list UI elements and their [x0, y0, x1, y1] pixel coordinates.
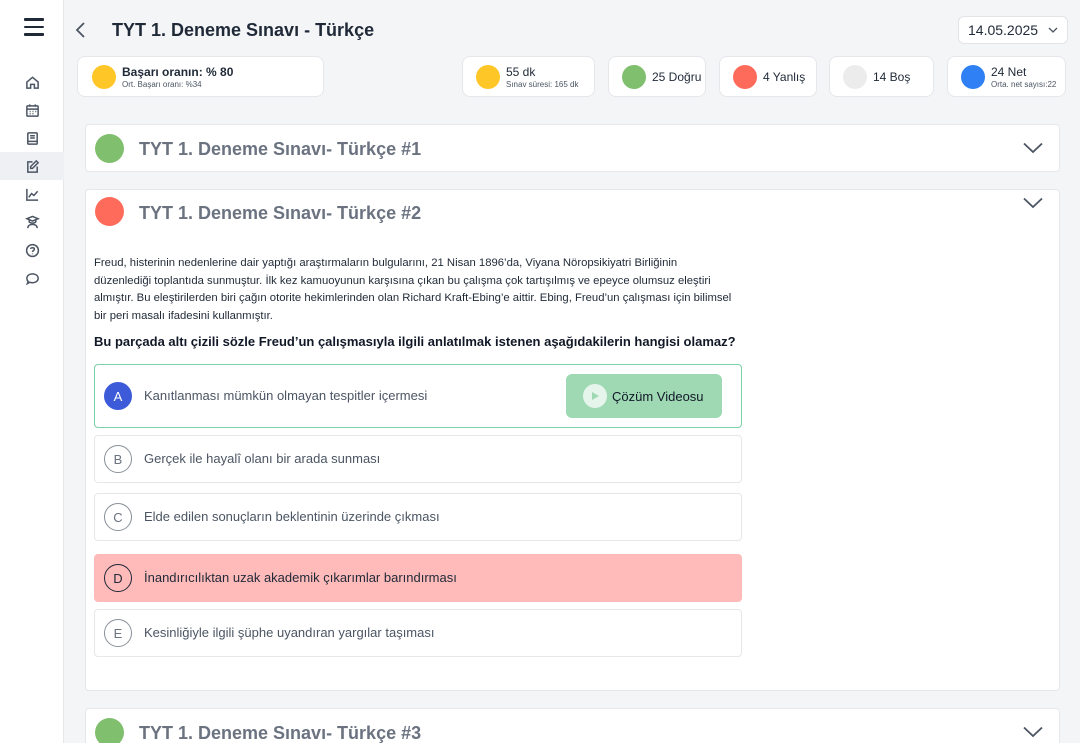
panel-title-3: TYT 1. Deneme Sınavı- Türkçe #3 [139, 723, 422, 743]
option-letter: A [104, 382, 132, 410]
net-dot [961, 64, 985, 89]
chevron-down-icon [1048, 27, 1058, 33]
status-dot-correct [95, 718, 124, 743]
option-e[interactable]: E Kesinliğiyle ilgili şüphe uyandıran ya… [94, 609, 742, 657]
sidebar-item-calendar[interactable] [0, 96, 64, 124]
sidebar [0, 0, 64, 743]
question-panel-2: TYT 1. Deneme Sınavı- Türkçe #2 Freud, h… [85, 189, 1060, 691]
menu-icon[interactable] [24, 18, 44, 36]
option-a[interactable]: A Kanıtlanması mümkün olmayan tespitler … [94, 364, 742, 428]
sidebar-nav [0, 68, 64, 292]
empty-dot [843, 64, 867, 89]
success-dot [92, 64, 116, 89]
correct-card: 25 Doğru [608, 56, 706, 97]
chart-icon [25, 188, 38, 201]
question-passage: Freud, histerinin nedenlerine dair yaptı… [94, 257, 732, 322]
average-success-rate: Ort. Başarı oranı: %34 [122, 79, 202, 89]
calendar-icon [25, 103, 39, 117]
option-text: Elde edilen sonuçların beklentinin üzeri… [144, 509, 440, 524]
option-letter: C [104, 503, 132, 531]
sidebar-item-home[interactable] [0, 68, 64, 96]
status-dot-correct [95, 134, 124, 163]
solution-video-label: Çözüm Videosu [612, 388, 704, 404]
question-stem: Bu parçada altı çizili sözle Freud’un ça… [94, 334, 736, 349]
chat-icon [25, 272, 39, 285]
option-c[interactable]: C Elde edilen sonuçların beklentinin üze… [94, 493, 742, 541]
correct-dot [622, 64, 646, 89]
exam-duration: Sınav süresi: 165 dk [506, 79, 579, 89]
option-text: Kanıtlanması mümkün olmayan tespitler iç… [144, 388, 428, 403]
page-title: TYT 1. Deneme Sınavı - Türkçe [112, 20, 375, 40]
wrong-count: 4 Yanlış [763, 69, 806, 84]
question-panel-1: TYT 1. Deneme Sınavı- Türkçe #1 [85, 124, 1060, 172]
date-value: 14.05.2025 [968, 22, 1039, 38]
option-text: İnandırıcılıktan uzak akademik çıkarımla… [144, 570, 457, 585]
sidebar-item-book[interactable] [0, 124, 64, 152]
panel-title-2: TYT 1. Deneme Sınavı- Türkçe #2 [139, 203, 422, 223]
duration-value: 55 dk [506, 64, 536, 79]
average-net: Orta. net sayısı:22 [991, 79, 1057, 89]
option-letter: E [104, 619, 132, 647]
duration-card: 55 dk Sınav süresi: 165 dk [462, 56, 595, 97]
home-icon [25, 75, 39, 89]
option-d[interactable]: D İnandırıcılıktan uzak akademik çıkarım… [94, 554, 742, 602]
status-dot-wrong [95, 197, 124, 226]
chevron-down-icon[interactable] [1023, 141, 1043, 154]
play-icon [583, 384, 607, 408]
wrong-card: 4 Yanlış [719, 56, 817, 97]
question-panel-3: TYT 1. Deneme Sınavı- Türkçe #3 [85, 708, 1060, 743]
chevron-down-icon[interactable] [1023, 725, 1043, 738]
sidebar-item-teacher[interactable] [0, 208, 64, 236]
sidebar-item-exams[interactable] [0, 152, 64, 180]
correct-count: 25 Doğru [652, 69, 702, 84]
success-rate-value: Başarı oranın: % 80 [122, 64, 234, 79]
sidebar-item-help[interactable] [0, 236, 64, 264]
panel-header-3[interactable]: TYT 1. Deneme Sınavı- Türkçe #3 [86, 709, 1059, 743]
solution-video-button[interactable]: Çözüm Videosu [566, 374, 722, 418]
panel-title-1: TYT 1. Deneme Sınavı- Türkçe #1 [139, 139, 422, 159]
header: TYT 1. Deneme Sınavı - Türkçe 14.05.2025 [64, 0, 1080, 58]
chevron-left-icon [75, 22, 85, 38]
empty-count: 14 Boş [873, 69, 911, 84]
option-b[interactable]: B Gerçek ile hayalî olanı bir arada sunm… [94, 435, 742, 483]
success-rate-card: Başarı oranın: % 80 Ort. Başarı oranı: %… [77, 56, 324, 97]
duration-dot [476, 64, 500, 89]
option-letter: D [104, 564, 132, 592]
sidebar-item-chat[interactable] [0, 264, 64, 292]
date-select[interactable]: 14.05.2025 [958, 16, 1068, 44]
help-icon [25, 243, 39, 257]
wrong-dot [733, 64, 757, 89]
net-card: 24 Net Orta. net sayısı:22 [947, 56, 1066, 97]
back-button[interactable] [74, 20, 88, 40]
edit-icon [26, 159, 39, 173]
option-text: Gerçek ile hayalî olanı bir arada sunmas… [144, 451, 381, 466]
sidebar-item-stats[interactable] [0, 180, 64, 208]
empty-card: 14 Boş [829, 56, 934, 97]
panel-header-2[interactable]: TYT 1. Deneme Sınavı- Türkçe #2 [86, 190, 1059, 236]
option-text: Kesinliğiyle ilgili şüphe uyandıran yarg… [144, 625, 435, 640]
option-letter: B [104, 445, 132, 473]
chevron-down-icon[interactable] [1023, 196, 1043, 209]
book-icon [26, 131, 38, 145]
teacher-icon [24, 215, 40, 228]
net-value: 24 Net [991, 64, 1027, 79]
panel-header-1[interactable]: TYT 1. Deneme Sınavı- Türkçe #1 [86, 125, 1059, 171]
